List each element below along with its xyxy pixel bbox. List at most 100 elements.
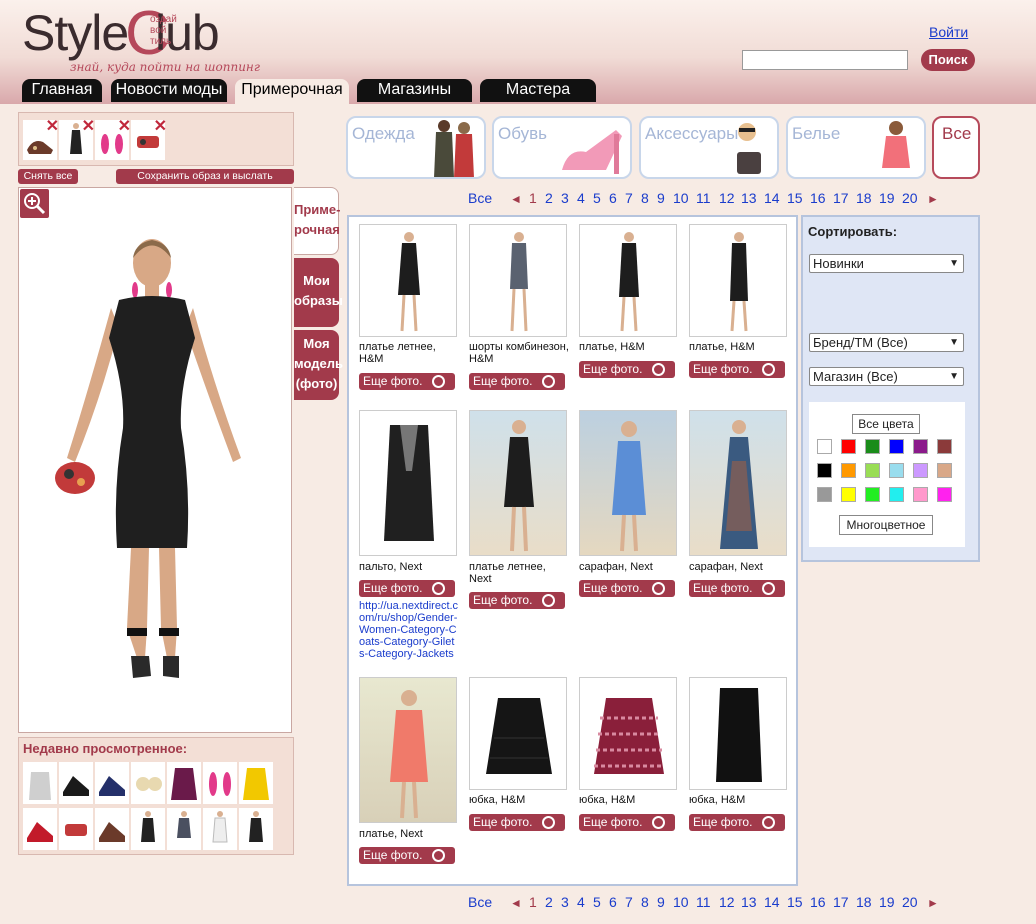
color-swatch[interactable] [913, 463, 928, 478]
more-photos-button[interactable]: Еще фото. [359, 847, 455, 864]
page-link[interactable]: 8 [641, 190, 649, 206]
product-image[interactable] [689, 224, 787, 337]
recent-item[interactable] [131, 808, 165, 850]
color-swatch[interactable] [913, 439, 928, 454]
recent-item[interactable] [239, 808, 273, 850]
recent-item[interactable] [131, 762, 165, 804]
page-link[interactable]: 15 [787, 190, 803, 206]
more-photos-button[interactable]: Еще фото. [469, 814, 565, 831]
page-link[interactable]: 16 [810, 190, 826, 206]
color-swatch[interactable] [841, 487, 856, 502]
color-swatch[interactable] [841, 439, 856, 454]
page-link[interactable]: 13 [741, 190, 757, 206]
color-swatch[interactable] [889, 463, 904, 478]
search-input[interactable] [742, 50, 908, 70]
page-link[interactable]: 8 [641, 894, 649, 910]
page-link[interactable]: 1 [529, 190, 537, 206]
more-photos-button[interactable]: Еще фото. [579, 814, 675, 831]
tab-fashion-news[interactable]: Новости моды [111, 79, 227, 102]
next-page-arrow-icon[interactable]: ► [927, 896, 939, 910]
category-accessories[interactable]: Аксессуары [639, 116, 779, 179]
page-link[interactable]: 19 [879, 190, 895, 206]
remove-x-icon[interactable]: ✕ [154, 119, 167, 135]
recent-item[interactable] [203, 808, 237, 850]
page-link[interactable]: 6 [609, 894, 617, 910]
color-swatch[interactable] [841, 463, 856, 478]
prev-page-arrow-icon[interactable]: ◄ [510, 896, 522, 910]
category-clothing[interactable]: Одежда [346, 116, 486, 179]
recent-item[interactable] [23, 808, 57, 850]
category-shoes[interactable]: Обувь [492, 116, 632, 179]
color-swatch[interactable] [913, 487, 928, 502]
page-link[interactable]: 2 [545, 190, 553, 206]
brand-select[interactable]: Бренд/ТМ (Все) ▼ [809, 333, 964, 352]
side-tab-my-looks[interactable]: Мои образы [294, 258, 343, 327]
more-photos-button[interactable]: Еще фото. [689, 814, 785, 831]
page-link[interactable]: 5 [593, 190, 601, 206]
product-image[interactable] [359, 224, 457, 337]
all-colors-button[interactable]: Все цвета [852, 414, 920, 434]
more-photos-button[interactable]: Еще фото. [469, 592, 565, 609]
page-link[interactable]: 10 [673, 894, 689, 910]
product-image[interactable] [469, 224, 567, 337]
recent-item[interactable] [95, 808, 129, 850]
page-link[interactable]: 9 [657, 894, 665, 910]
recent-item[interactable] [59, 808, 93, 850]
product-image[interactable] [689, 410, 787, 556]
more-photos-button[interactable]: Еще фото. [359, 373, 455, 390]
category-lingerie[interactable]: Белье [786, 116, 926, 179]
page-link[interactable]: 14 [764, 894, 780, 910]
product-image[interactable] [579, 410, 677, 556]
page-link[interactable]: 4 [577, 190, 585, 206]
page-link[interactable]: 7 [625, 894, 633, 910]
sort-select[interactable]: Новинки ▼ [809, 254, 964, 273]
page-link[interactable]: 2 [545, 894, 553, 910]
page-link[interactable]: 3 [561, 894, 569, 910]
page-link[interactable]: 19 [879, 894, 895, 910]
page-link[interactable]: 10 [673, 190, 689, 206]
product-image[interactable] [359, 677, 457, 823]
fitted-item-clutch[interactable]: ✕ [131, 119, 167, 160]
tab-home[interactable]: Главная [22, 79, 102, 102]
prev-page-arrow-icon[interactable]: ◄ [510, 192, 522, 206]
color-swatch[interactable] [937, 439, 952, 454]
product-image[interactable] [359, 410, 457, 556]
product-image[interactable] [579, 677, 677, 790]
side-tab-my-model[interactable]: Моя модель (фото) [294, 330, 343, 400]
color-swatch[interactable] [937, 487, 952, 502]
product-image[interactable] [469, 677, 567, 790]
recent-item[interactable] [167, 762, 201, 804]
recent-item[interactable] [203, 762, 237, 804]
remove-x-icon[interactable]: ✕ [46, 119, 59, 135]
login-link[interactable]: Войти [929, 24, 968, 40]
color-swatch[interactable] [889, 439, 904, 454]
more-photos-button[interactable]: Еще фото. [359, 580, 455, 597]
remove-x-icon[interactable]: ✕ [118, 119, 131, 135]
product-source-link[interactable]: http://ua.nextdirect.com/ru/shop/Gender-… [359, 600, 459, 660]
page-all-link[interactable]: Все [468, 894, 492, 910]
tab-masters[interactable]: Мастера [480, 79, 596, 102]
page-link[interactable]: 17 [833, 894, 849, 910]
product-image[interactable] [689, 677, 787, 790]
color-swatch[interactable] [817, 487, 832, 502]
recent-item[interactable] [239, 762, 273, 804]
page-link[interactable]: 11 [696, 894, 711, 910]
remove-all-button[interactable]: Снять все [18, 169, 78, 184]
page-link[interactable]: 17 [833, 190, 849, 206]
search-button[interactable]: Поиск [921, 49, 975, 71]
multicolor-button[interactable]: Многоцветное [839, 515, 933, 535]
recent-item[interactable] [23, 762, 57, 804]
category-all[interactable]: Все [932, 116, 980, 179]
site-logo[interactable]: Style C lub оздай вой тиль знай, куда по… [22, 0, 260, 80]
page-link[interactable]: 20 [902, 894, 918, 910]
color-swatch[interactable] [817, 439, 832, 454]
color-swatch[interactable] [937, 463, 952, 478]
page-link[interactable]: 9 [657, 190, 665, 206]
more-photos-button[interactable]: Еще фото. [689, 361, 785, 378]
product-image[interactable] [579, 224, 677, 337]
page-link[interactable]: 18 [856, 894, 872, 910]
page-link[interactable]: 16 [810, 894, 826, 910]
page-link[interactable]: 20 [902, 190, 918, 206]
color-swatch[interactable] [865, 487, 880, 502]
more-photos-button[interactable]: Еще фото. [689, 580, 785, 597]
